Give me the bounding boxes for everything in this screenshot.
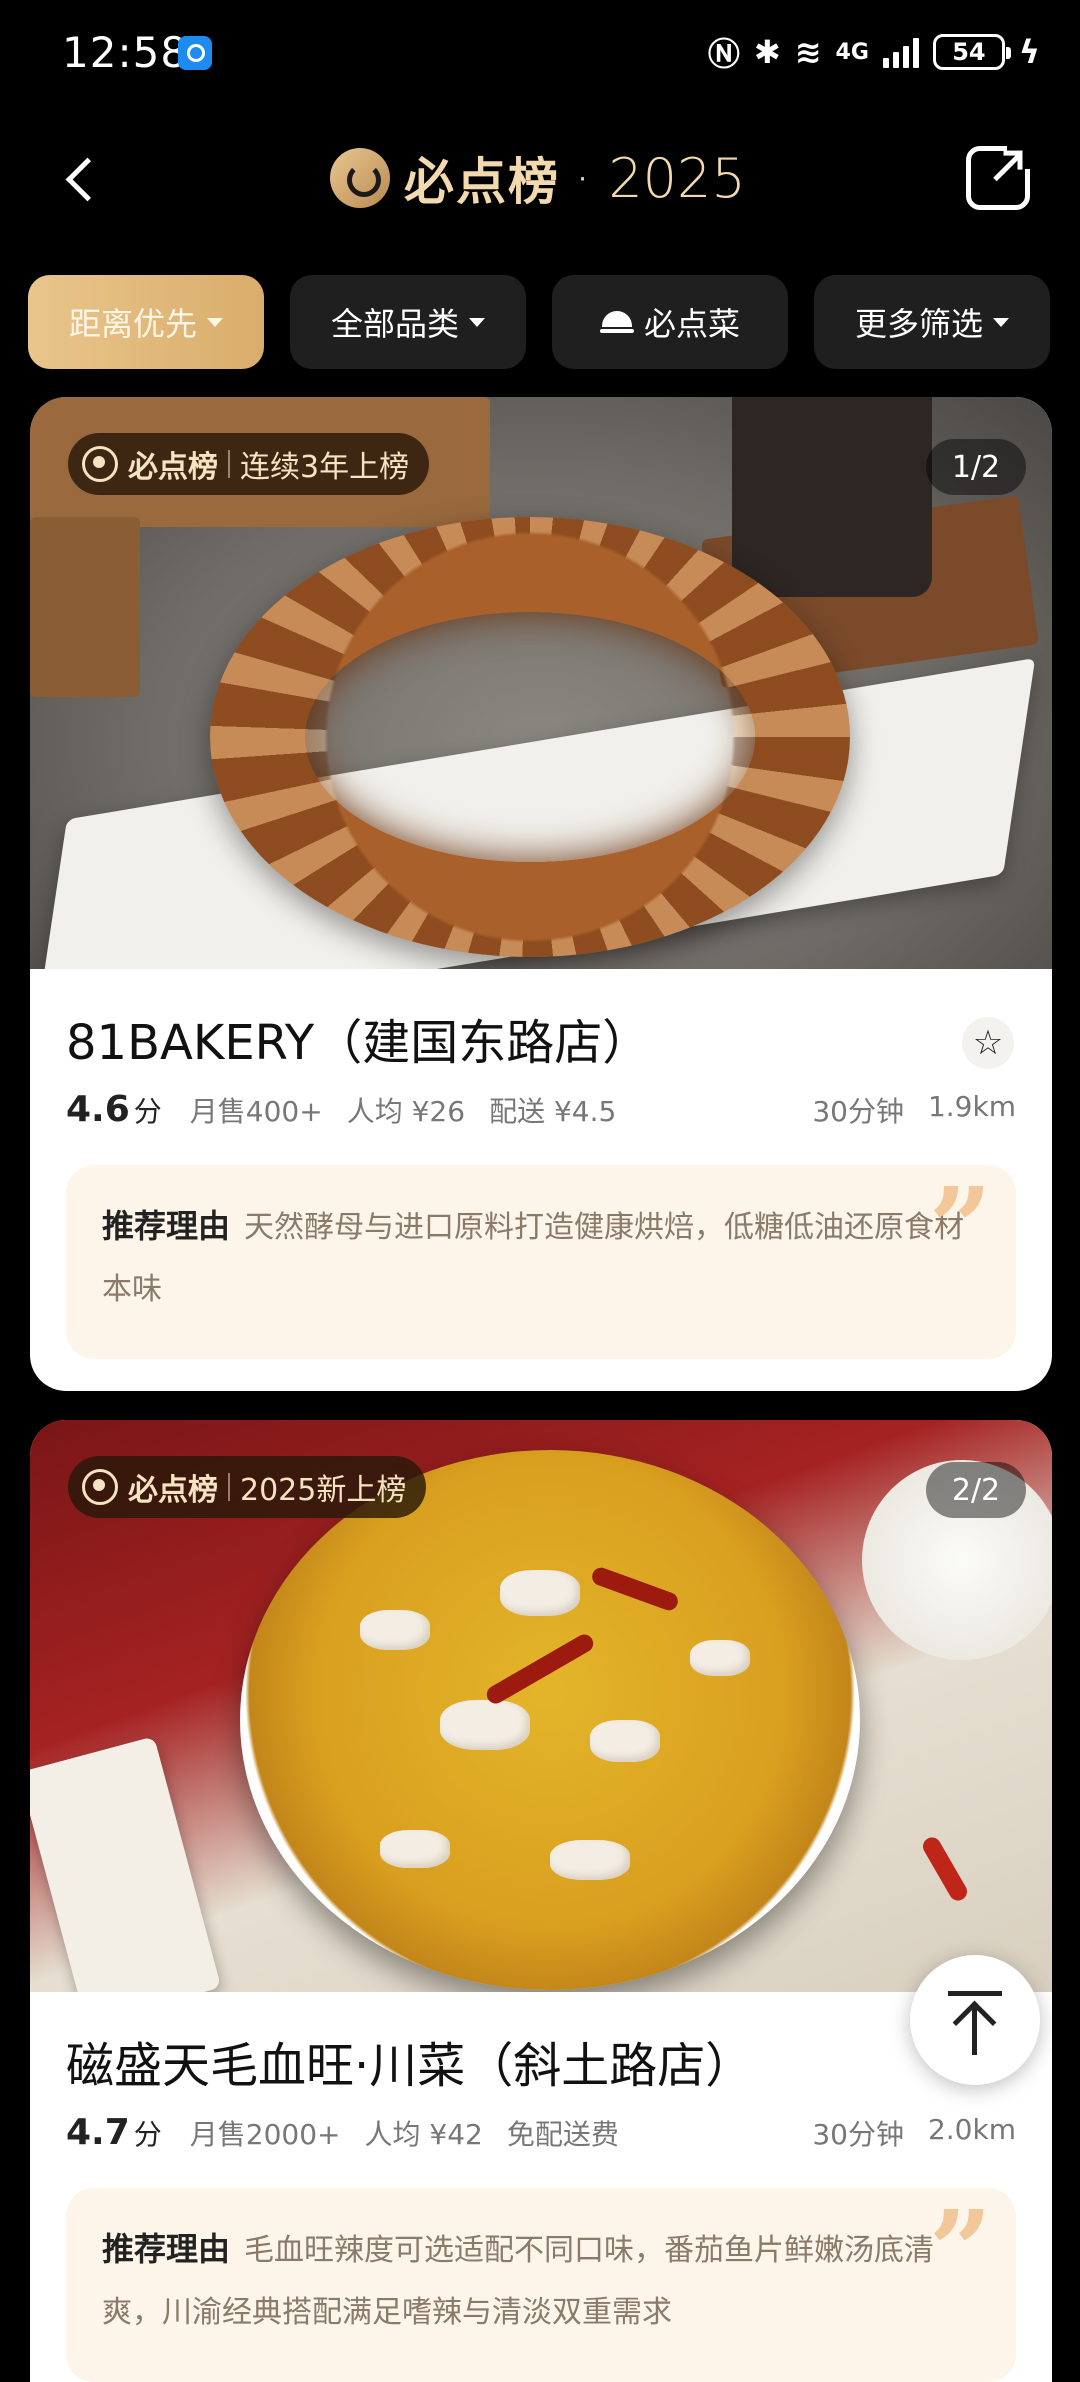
- photo-counter: 1/2: [926, 439, 1026, 495]
- card-body: 磁盛天毛血旺·川菜（斜土路店） 4.7 分 月售2000+ 人均 ¥42 免配送…: [30, 2034, 1052, 2382]
- shop-name[interactable]: 磁盛天毛血旺·川菜（斜土路店）: [66, 2034, 1016, 2098]
- brand-logo-icon: [82, 446, 118, 482]
- status-icons: Ⓝ ✱ ≋ 4G 54 ϟ: [708, 30, 1040, 74]
- nfc-icon: Ⓝ: [707, 35, 740, 73]
- chili-image: [919, 1834, 971, 1904]
- favorite-star-icon[interactable]: ☆: [962, 1017, 1014, 1069]
- chevron-down-icon: [207, 317, 223, 327]
- recommendation-label: 推荐理由: [102, 2230, 231, 2268]
- filter-must-order[interactable]: 必点菜: [552, 275, 788, 369]
- filter-category[interactable]: 全部品类: [290, 275, 526, 369]
- charging-icon: ϟ: [1018, 33, 1040, 71]
- delivery-info: 30分钟 2.0km: [812, 2113, 1016, 2153]
- recommendation-text: 推荐理由 天然酵母与进口原料打造健康烘焙，低糖低油还原食材本味: [102, 1195, 980, 1321]
- page-title: 必点榜 · 2025: [330, 142, 746, 214]
- rating-unit: 分: [133, 1095, 162, 1128]
- distance: 1.9km: [927, 1090, 1016, 1123]
- photo-counter: 2/2: [926, 1462, 1026, 1518]
- badge-text: 2025新上榜: [240, 1473, 407, 1508]
- fish-slice-image: [380, 1830, 450, 1868]
- back-button[interactable]: [52, 148, 116, 212]
- restaurant-photo[interactable]: 必点榜 2025新上榜 2/2: [30, 1420, 1052, 1992]
- fish-slice-image: [690, 1640, 750, 1676]
- filter-more[interactable]: 更多筛选: [814, 275, 1050, 369]
- filter-distance[interactable]: 距离优先: [28, 275, 264, 369]
- delivery-fee: 配送 ¥4.5: [489, 1095, 617, 1128]
- drink-cup-image: [732, 397, 932, 597]
- status-time: 12:58: [62, 28, 189, 77]
- chevron-down-icon: [469, 317, 485, 327]
- fish-slice-image: [550, 1840, 630, 1880]
- braided-bread-image: [210, 517, 850, 957]
- rating-value: 4.7: [66, 2112, 130, 2153]
- per-capita-price: 人均 ¥26: [346, 1095, 466, 1128]
- paper-scroll-image: [30, 1736, 222, 1992]
- rating-value: 4.6: [66, 1089, 130, 1130]
- restaurant-photo[interactable]: 必点榜 连续3年上榜 1/2: [30, 397, 1052, 969]
- status-bar: 12:58 Ⓝ ✱ ≋ 4G 54 ϟ: [0, 0, 1080, 110]
- wifi-icon: ≋: [794, 33, 822, 71]
- monthly-sales: 月售400+: [189, 1095, 323, 1128]
- share-button[interactable]: [966, 139, 1037, 210]
- recommendation-body: 天然酵母与进口原料打造健康烘焙，低糖低油还原食材本味: [102, 1210, 965, 1307]
- wood-board-image: [30, 517, 140, 697]
- fish-slice-image: [440, 1700, 530, 1750]
- delivery-info: 30分钟 1.9km: [812, 1090, 1016, 1130]
- restaurant-card[interactable]: 必点榜 连续3年上榜 1/2 81BAKERY（建国东路店） ☆ 4.6 分 月…: [30, 397, 1052, 1391]
- title-year: · 2025: [574, 146, 746, 210]
- network-type: 4G: [835, 39, 869, 65]
- meta-row: 4.6 分 月售400+ 人均 ¥26 配送 ¥4.5 30分钟 1.9km: [66, 1089, 1016, 1133]
- fish-slice-image: [500, 1570, 580, 1616]
- brand-logo-icon: [82, 1469, 118, 1505]
- arrow-up-icon: [948, 1991, 1002, 1996]
- filter-bar: 距离优先 全部品类 必点菜 更多筛选: [28, 275, 1058, 369]
- ranking-badge: 必点榜 连续3年上榜: [68, 433, 430, 495]
- battery-level: 54: [952, 38, 986, 66]
- badge-brand: 必点榜: [128, 1473, 218, 1508]
- fish-slice-image: [360, 1610, 430, 1650]
- badge-brand: 必点榜: [128, 450, 218, 485]
- delivery-time: 30分钟: [812, 2118, 904, 2151]
- monthly-sales: 月售2000+: [189, 2118, 341, 2151]
- quote-mark-icon: ”: [928, 2186, 992, 2315]
- badge-divider: [228, 1473, 230, 1501]
- search-app-notification-icon: [178, 36, 212, 70]
- badge-divider: [228, 450, 230, 478]
- recommendation-label: 推荐理由: [102, 1207, 231, 1245]
- name-row: 磁盛天毛血旺·川菜（斜土路店）: [66, 2034, 1016, 2098]
- arrow-up-head: [952, 2000, 997, 2045]
- filter-category-label: 全部品类: [330, 305, 459, 343]
- filter-distance-label: 距离优先: [68, 305, 197, 343]
- brand-logo-icon: [330, 148, 390, 208]
- title-brand: 必点榜: [404, 153, 560, 211]
- delivery-time: 30分钟: [812, 1095, 904, 1128]
- ranking-badge: 必点榜 2025新上榜: [68, 1456, 427, 1518]
- restaurant-card[interactable]: 必点榜 2025新上榜 2/2 磁盛天毛血旺·川菜（斜土路店） 4.7 分 月售…: [30, 1420, 1052, 2382]
- signal-icon: [882, 36, 919, 68]
- recommendation-box: 推荐理由 天然酵母与进口原料打造健康烘焙，低糖低油还原食材本味 ”: [66, 1165, 1016, 1359]
- quote-mark-icon: ”: [928, 1163, 992, 1292]
- soup-bowl-image: [240, 1450, 860, 1990]
- delivery-fee: 免配送费: [506, 2118, 619, 2151]
- distance: 2.0km: [927, 2113, 1016, 2146]
- filter-more-label: 更多筛选: [854, 305, 983, 343]
- per-capita-price: 人均 ¥42: [364, 2118, 483, 2151]
- name-row: 81BAKERY（建国东路店） ☆: [66, 1011, 1016, 1075]
- card-body: 81BAKERY（建国东路店） ☆ 4.6 分 月售400+ 人均 ¥26 配送…: [30, 1011, 1052, 1359]
- share-icon: [993, 153, 1021, 182]
- badge-text: 连续3年上榜: [240, 450, 410, 485]
- recommendation-text: 推荐理由 毛血旺辣度可选适配不同口味，番茄鱼片鲜嫩汤底清爽，川渝经典搭配满足嗜辣与…: [102, 2218, 980, 2344]
- shop-name[interactable]: 81BAKERY（建国东路店）: [66, 1011, 1016, 1075]
- battery-icon: 54: [932, 34, 1011, 70]
- dish-cover-icon: [599, 311, 634, 333]
- chevron-down-icon: [993, 317, 1009, 327]
- recommendation-box: 推荐理由 毛血旺辣度可选适配不同口味，番茄鱼片鲜嫩汤底清爽，川渝经典搭配满足嗜辣与…: [66, 2188, 1016, 2382]
- filter-must-order-label: 必点菜: [643, 305, 740, 343]
- back-to-top-button[interactable]: [910, 1955, 1040, 2085]
- page-header: 必点榜 · 2025: [0, 130, 1080, 230]
- bluetooth-icon: ✱: [753, 33, 781, 71]
- rating-unit: 分: [133, 2118, 162, 2151]
- fish-slice-image: [590, 1720, 660, 1762]
- meta-row: 4.7 分 月售2000+ 人均 ¥42 免配送费 30分钟 2.0km: [66, 2112, 1016, 2156]
